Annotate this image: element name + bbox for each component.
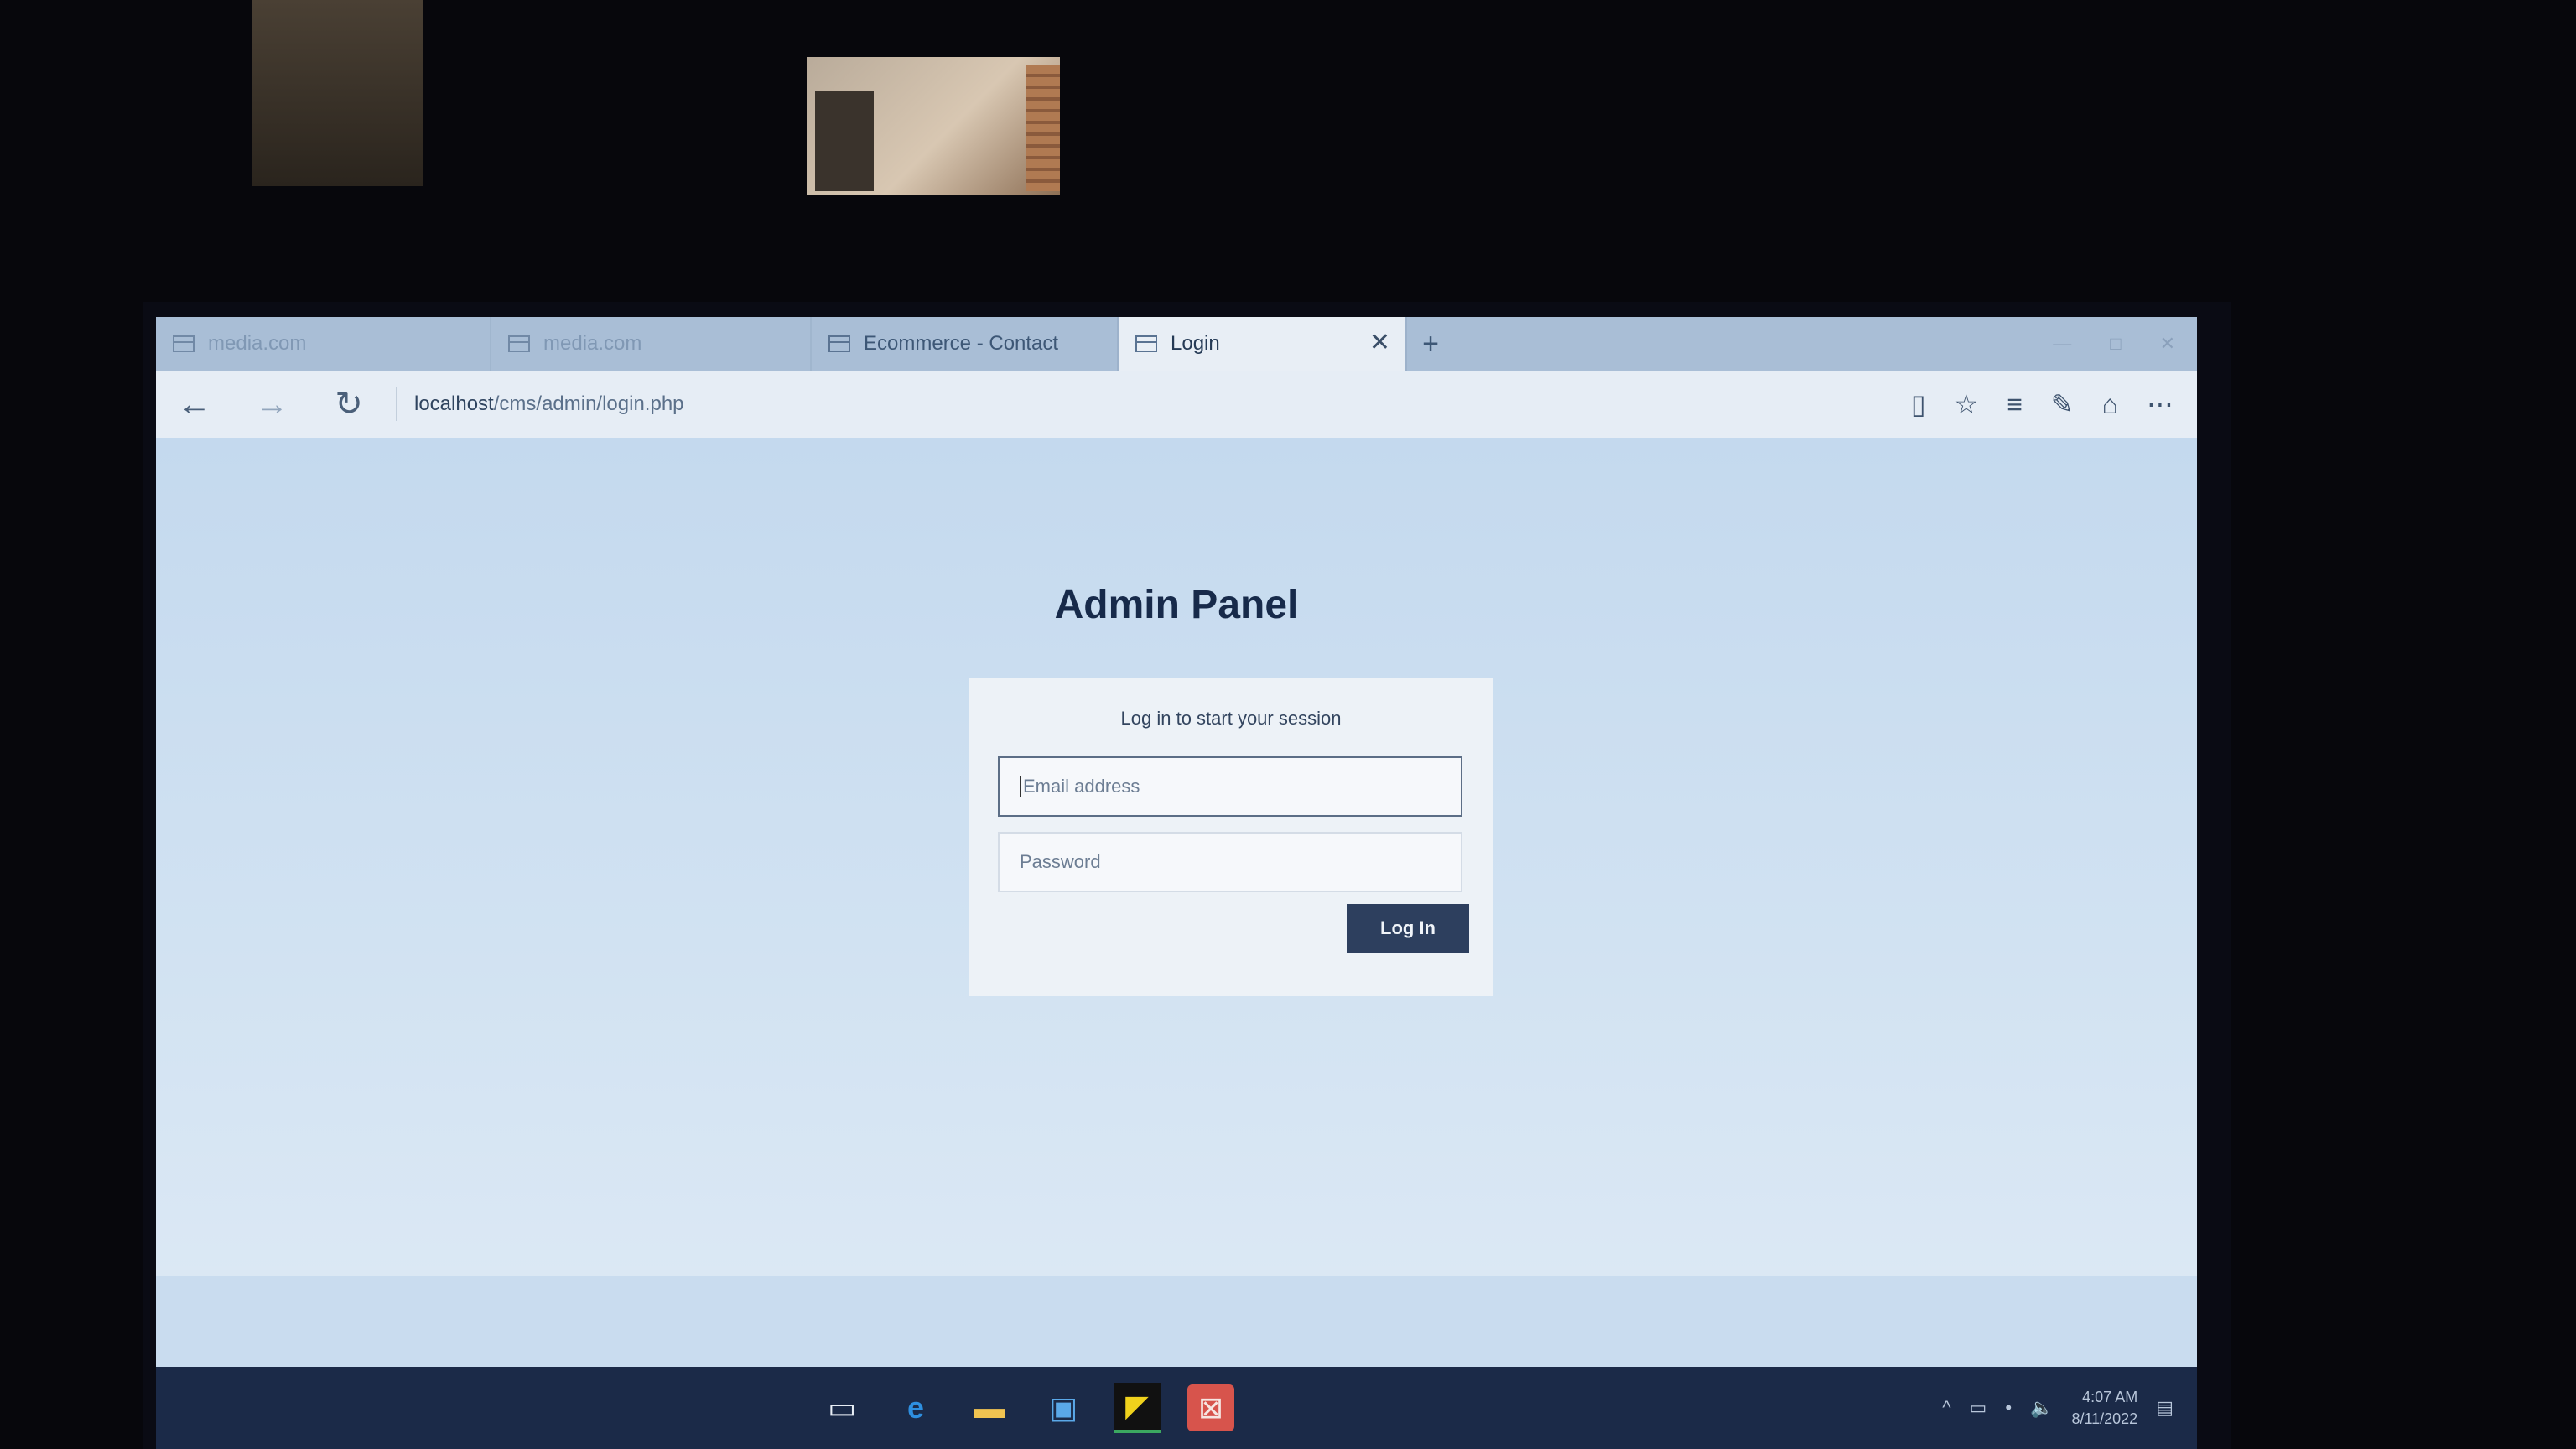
reading-view-icon[interactable]: ▯	[1911, 388, 1926, 420]
battery-icon[interactable]: ▭	[1970, 1397, 1987, 1419]
page-icon	[173, 335, 195, 352]
forward-button[interactable]: →	[233, 371, 310, 438]
taskbar-apps: ▭ e ▬ ▣ ◤ ⊠	[818, 1383, 1234, 1433]
game-app-icon[interactable]: ◤	[1114, 1383, 1161, 1433]
text-caret	[1020, 776, 1021, 797]
page-icon	[828, 335, 850, 352]
login-button[interactable]: Log In	[1347, 904, 1469, 953]
store-icon[interactable]: ▣	[1040, 1384, 1087, 1431]
url-host: localhost	[414, 392, 494, 415]
clock[interactable]: 4:07 AM 8/11/2022	[2071, 1386, 2137, 1430]
email-field[interactable]: Email address	[998, 756, 1462, 817]
task-view-icon[interactable]: ▭	[818, 1384, 865, 1431]
back-arrow-icon: ←	[178, 385, 211, 423]
more-icon[interactable]: ⋯	[2147, 388, 2174, 420]
browser-toolbar: ▯ ☆ ≡ ✎ ⌂ ⋯	[1911, 388, 2197, 420]
share-icon[interactable]: ⌂	[2102, 389, 2118, 420]
tab-label: media.com	[543, 332, 642, 355]
login-box: Log in to start your session Email addre…	[969, 678, 1493, 996]
screen: media.com media.com Ecommerce - Contact …	[156, 317, 2197, 1449]
clock-date: 8/11/2022	[2071, 1410, 2138, 1427]
tab-media-1[interactable]: media.com	[156, 317, 491, 371]
action-center-icon[interactable]: ▤	[2156, 1397, 2174, 1419]
tab-label: media.com	[208, 332, 307, 355]
url-path: /cms/admin/login.php	[493, 392, 684, 415]
taskbar: ▭ e ▬ ▣ ◤ ⊠ ^ ▭ • 🔈 4:07 AM 8/11/2022 ▤	[156, 1367, 2197, 1449]
close-tab-icon[interactable]: ✕	[1369, 330, 1390, 356]
minimize-icon[interactable]: —	[2053, 333, 2071, 355]
email-placeholder: Email address	[1023, 776, 1140, 797]
window-controls: — □ ✕	[2053, 317, 2197, 371]
tab-ecommerce-contact[interactable]: Ecommerce - Contact	[812, 317, 1119, 371]
network-icon[interactable]: •	[2005, 1397, 2012, 1419]
new-tab-button[interactable]: +	[1407, 317, 1454, 371]
divider	[396, 387, 397, 421]
tab-login[interactable]: Login ✕	[1119, 317, 1407, 371]
page-icon	[1135, 335, 1157, 352]
refresh-icon: ↻	[335, 386, 363, 423]
hub-icon[interactable]: ≡	[2007, 389, 2023, 420]
tab-label: Login	[1171, 332, 1220, 355]
page-title: Admin Panel	[1054, 583, 1299, 627]
favorite-star-icon[interactable]: ☆	[1955, 388, 1979, 420]
tab-media-2[interactable]: media.com	[491, 317, 812, 371]
password-field[interactable]: Password	[998, 832, 1462, 892]
address-bar-row: ← → ↻ localhost/cms/admin/login.php ▯ ☆ …	[156, 371, 2197, 438]
forward-arrow-icon: →	[255, 385, 288, 423]
show-hidden-icons-icon[interactable]: ^	[1942, 1397, 1950, 1419]
background-window-left	[252, 0, 423, 186]
clock-time: 4:07 AM	[2082, 1389, 2138, 1405]
system-tray: ^ ▭ • 🔈 4:07 AM 8/11/2022 ▤	[1942, 1386, 2174, 1430]
web-page: Admin Panel Log in to start your session…	[156, 438, 2197, 1276]
xampp-icon[interactable]: ⊠	[1187, 1384, 1234, 1431]
back-button[interactable]: ←	[156, 371, 233, 438]
address-field[interactable]: localhost/cms/admin/login.php	[414, 392, 684, 416]
refresh-button[interactable]: ↻	[310, 371, 387, 438]
tab-bar: media.com media.com Ecommerce - Contact …	[156, 317, 2197, 371]
login-message: Log in to start your session	[1120, 708, 1342, 729]
volume-icon[interactable]: 🔈	[2030, 1397, 2053, 1419]
password-placeholder: Password	[1020, 851, 1101, 872]
maximize-icon[interactable]: □	[2110, 333, 2121, 355]
edge-browser-icon[interactable]: e	[892, 1384, 939, 1431]
page-icon	[508, 335, 530, 352]
tab-label: Ecommerce - Contact	[864, 332, 1059, 355]
close-window-icon[interactable]: ✕	[2160, 333, 2175, 355]
web-note-icon[interactable]: ✎	[2051, 388, 2074, 420]
file-explorer-icon[interactable]: ▬	[966, 1384, 1013, 1431]
background-window-right	[807, 57, 1060, 195]
